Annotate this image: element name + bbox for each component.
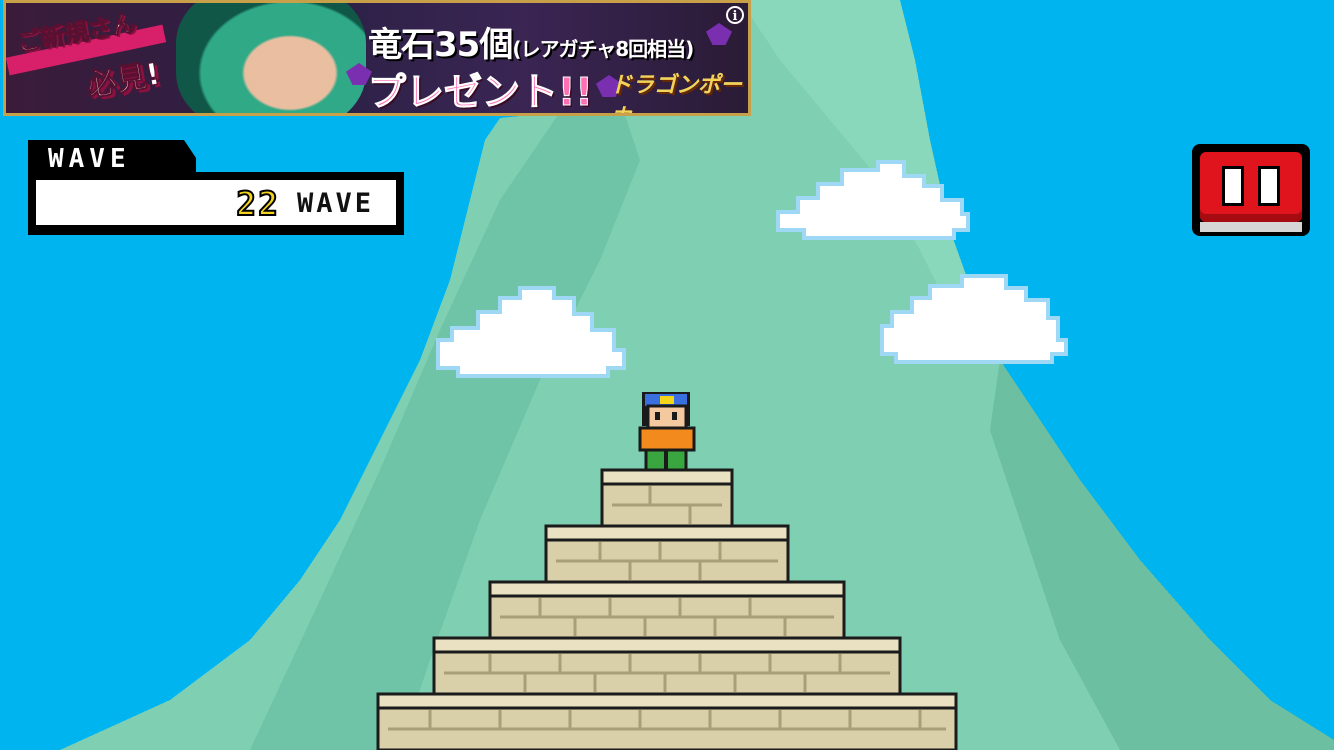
ad-tag-line2: 必見! bbox=[84, 56, 164, 105]
ad-headline-note: (レアガチャ8回相当) bbox=[512, 37, 694, 61]
pause-icon bbox=[1200, 152, 1302, 222]
wave-value-box: 22 WAVE bbox=[28, 172, 404, 235]
pause-button[interactable] bbox=[1192, 144, 1310, 236]
ad-headline-main: 竜石35個 bbox=[368, 25, 513, 65]
ad-subline: プレゼント!! bbox=[368, 70, 594, 114]
wave-counter: WAVE 22 WAVE bbox=[28, 140, 404, 235]
wave-label: WAVE bbox=[48, 144, 131, 174]
pause-bar-left bbox=[1222, 166, 1244, 206]
ad-game-logo: ドラゴンポーカー bbox=[610, 73, 743, 113]
gem-icon bbox=[706, 23, 732, 45]
pause-button-shadow bbox=[1200, 222, 1302, 232]
ad-banner[interactable]: ご新規さん 必見! 竜石35個(レアガチャ8回相当) プレゼント!! ドラゴンポ… bbox=[3, 0, 751, 116]
wave-number: 22 bbox=[235, 183, 280, 224]
wave-unit: WAVE bbox=[296, 188, 374, 219]
ad-headline: 竜石35個(レアガチャ8回相当) bbox=[368, 17, 694, 66]
hero-character bbox=[638, 392, 696, 472]
pause-bar-right bbox=[1258, 166, 1280, 206]
info-icon[interactable]: i bbox=[726, 6, 744, 24]
wave-value-field: 22 WAVE bbox=[36, 180, 396, 225]
ad-character-art bbox=[176, 3, 366, 113]
